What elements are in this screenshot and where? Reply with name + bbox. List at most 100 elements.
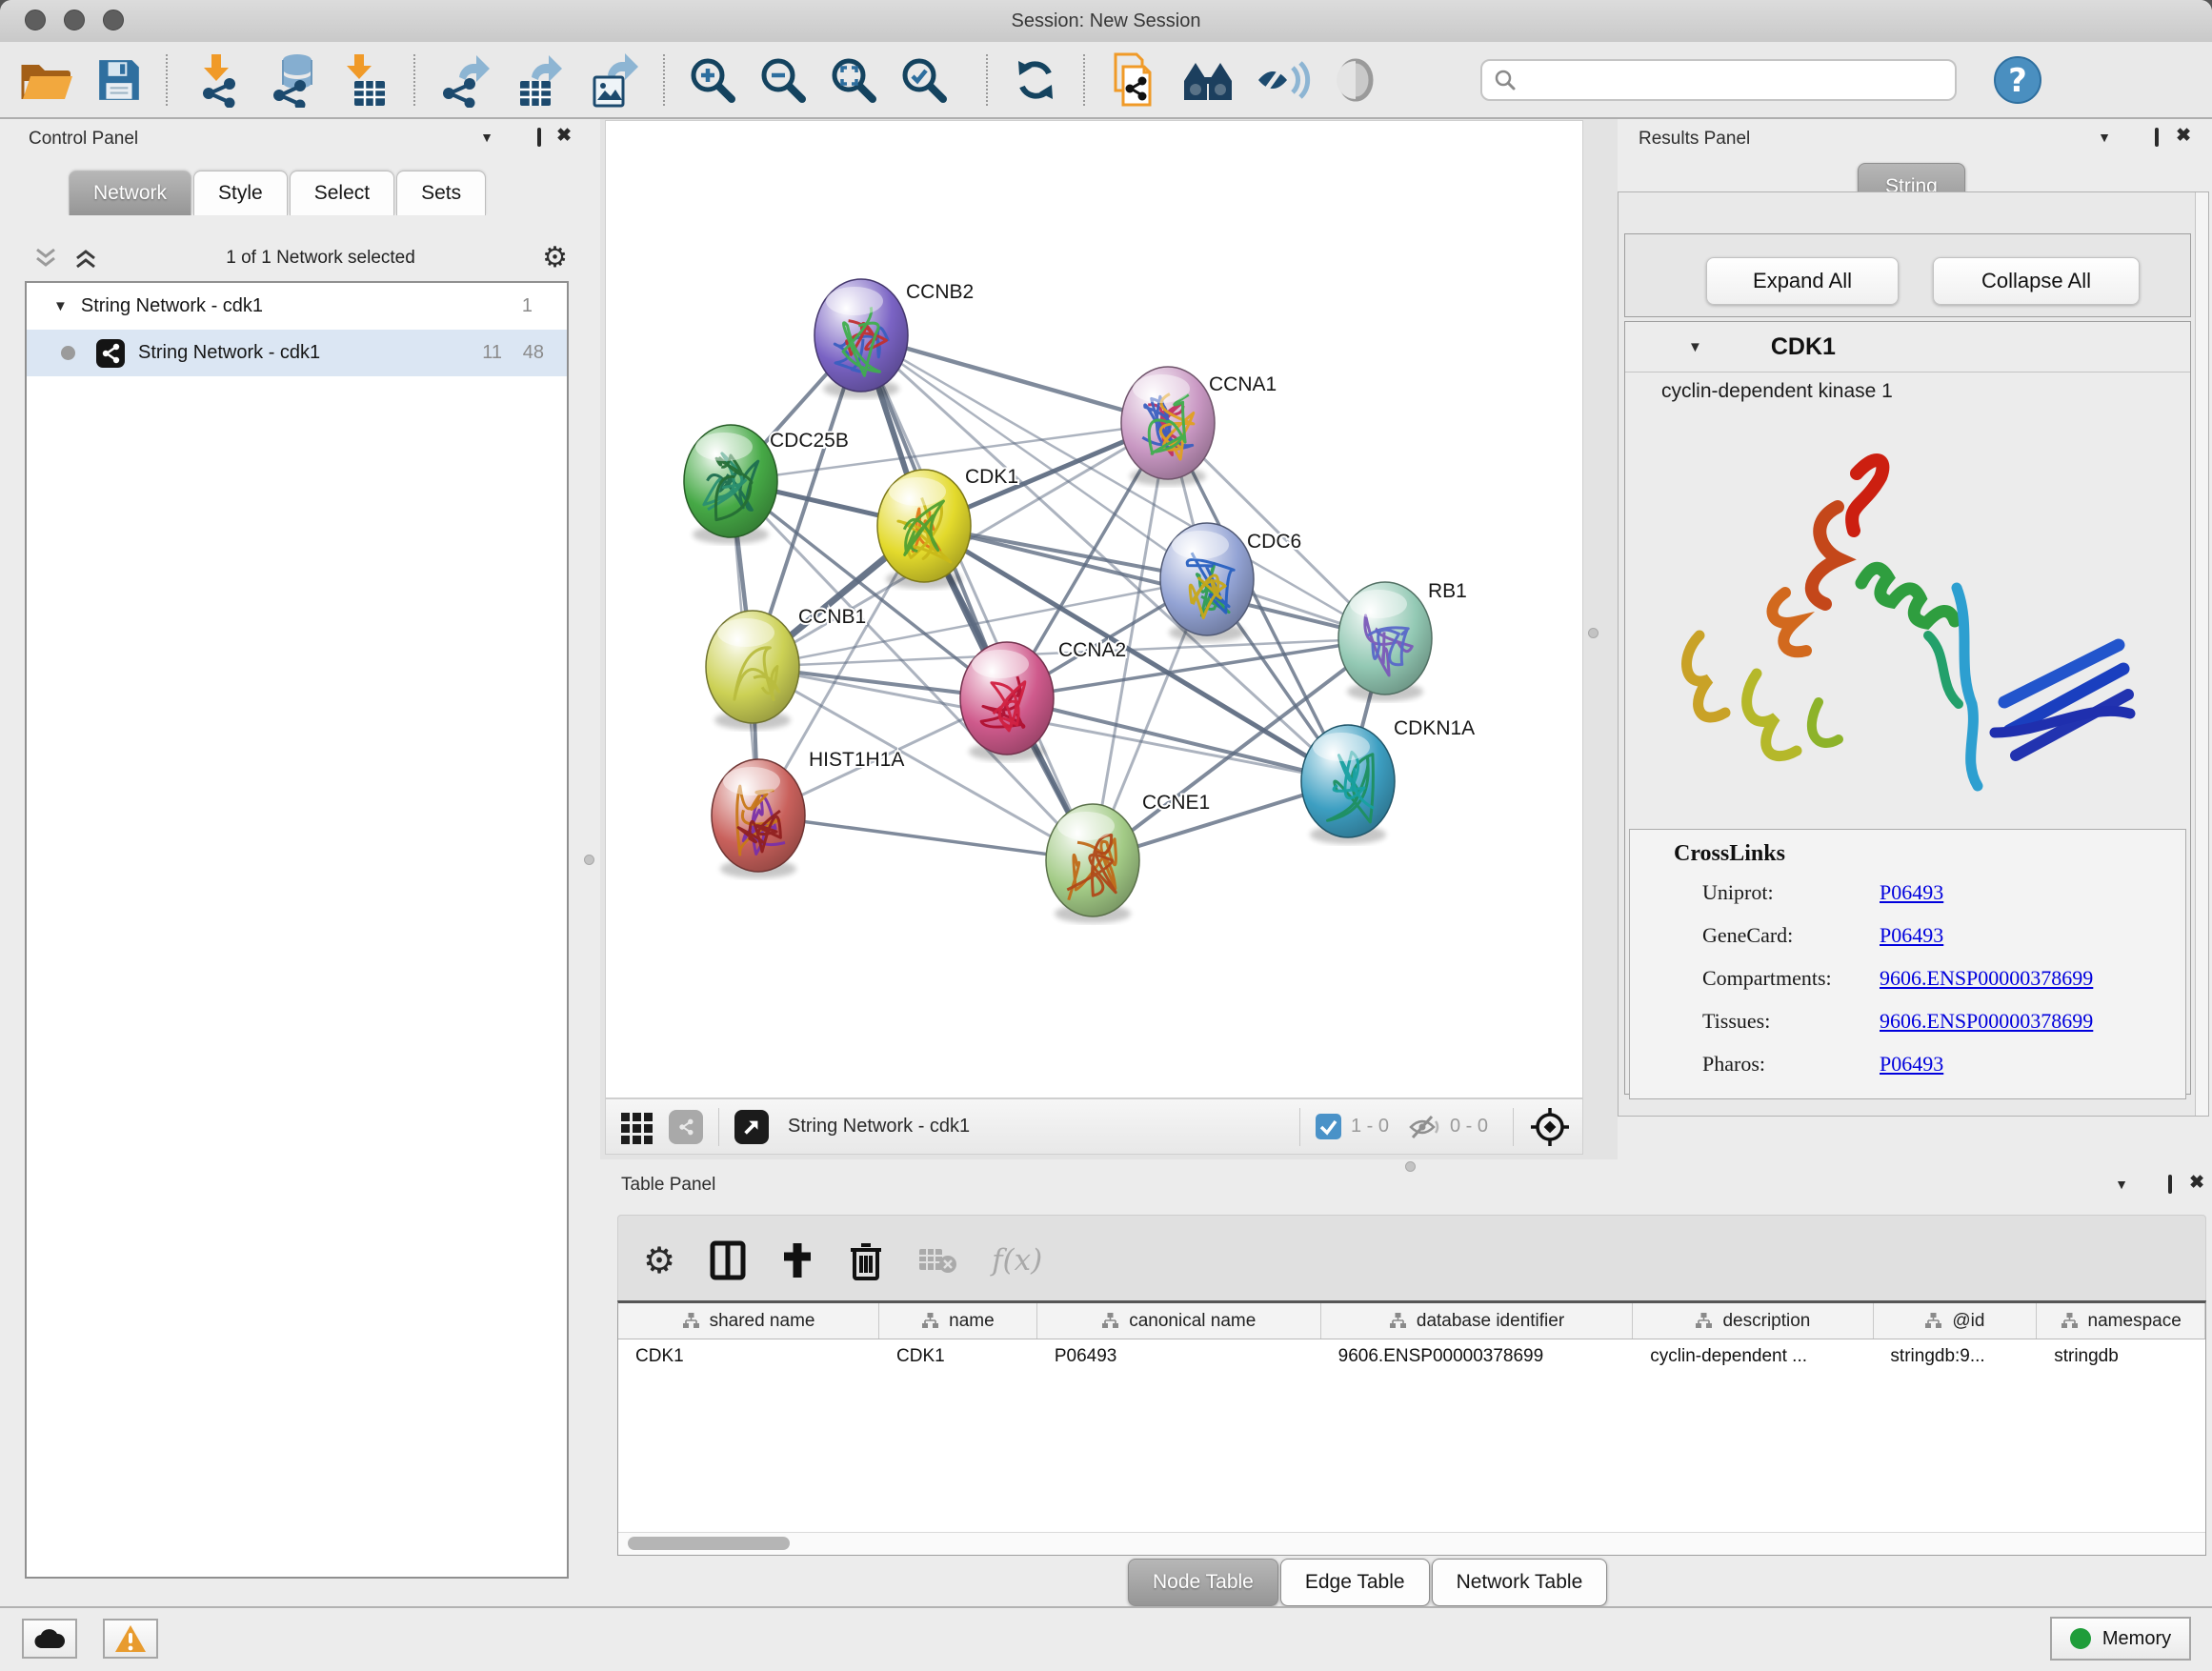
expand-all-chevrons-icon[interactable] — [72, 247, 99, 270]
panel-float-icon[interactable] — [2155, 128, 2159, 147]
tab-network[interactable]: Network — [69, 171, 191, 215]
table-cell[interactable]: stringdb — [2037, 1346, 2205, 1367]
export-view-badge-icon[interactable] — [734, 1110, 769, 1144]
close-window-button[interactable] — [25, 10, 46, 30]
table-cell[interactable]: CDK1 — [618, 1346, 879, 1367]
tree-expander-icon[interactable]: ▼ — [53, 298, 68, 314]
column-header-name[interactable]: name — [879, 1303, 1037, 1339]
crosslink-link[interactable]: P06493 — [1880, 923, 1943, 948]
add-column-icon[interactable] — [780, 1241, 814, 1279]
function-builder-button[interactable]: f(x) — [992, 1243, 1042, 1278]
results-scrollbar-track[interactable] — [2195, 192, 2208, 1116]
network-edge-CCNE1-HIST1H1A[interactable] — [758, 815, 1093, 860]
export-image-button[interactable] — [587, 50, 640, 110]
hide-selected-button[interactable] — [1257, 50, 1312, 110]
section-expander-icon[interactable]: ▼ — [1688, 339, 1702, 355]
search-box[interactable] — [1480, 59, 1957, 101]
first-neighbors-button[interactable] — [1180, 50, 1236, 110]
cloud-status-button[interactable] — [22, 1619, 77, 1659]
panel-menu-icon[interactable]: ▼ — [480, 128, 493, 147]
clone-network-button[interactable] — [1108, 50, 1159, 110]
show-all-button[interactable] — [1333, 50, 1378, 110]
save-session-button[interactable] — [95, 50, 143, 110]
tab-node-table[interactable]: Node Table — [1128, 1559, 1278, 1606]
column-header--id[interactable]: @id — [1874, 1303, 2038, 1339]
network-row-selected[interactable]: String Network - cdk1 11 48 — [27, 330, 567, 376]
results-panel-header: Results Panel ▼ ✖ — [1618, 119, 2212, 157]
table-settings-gear-icon[interactable]: ⚙ — [643, 1246, 675, 1275]
table-cell[interactable]: cyclin-dependent ... — [1633, 1346, 1873, 1367]
zoom-out-button[interactable] — [758, 50, 808, 110]
panel-menu-icon[interactable]: ▼ — [2098, 128, 2111, 147]
import-table-file-button[interactable] — [341, 50, 391, 110]
panel-close-icon[interactable]: ✖ — [2176, 128, 2191, 145]
delete-column-icon[interactable] — [849, 1240, 883, 1280]
memory-button[interactable]: Memory — [2050, 1617, 2191, 1661]
network-collection-row[interactable]: ▼ String Network - cdk1 1 — [27, 283, 567, 330]
zoom-fit-button[interactable] — [829, 50, 878, 110]
panel-float-icon[interactable] — [537, 128, 541, 147]
share-network-badge-icon[interactable] — [669, 1110, 703, 1144]
table-row[interactable]: CDK1CDK1P064939606.ENSP00000378699cyclin… — [618, 1339, 2205, 1374]
column-header-description[interactable]: description — [1633, 1303, 1873, 1339]
crosshair-icon[interactable] — [1529, 1106, 1571, 1148]
zoom-fit-icon — [829, 55, 878, 105]
selected-checkbox-icon[interactable] — [1316, 1114, 1341, 1139]
maximize-window-button[interactable] — [103, 10, 124, 30]
tab-network-table[interactable]: Network Table — [1432, 1559, 1608, 1606]
results-panel-title: Results Panel — [1639, 129, 1750, 150]
hidden-eye-icon[interactable] — [1408, 1114, 1440, 1140]
panel-menu-icon[interactable]: ▼ — [2115, 1175, 2128, 1194]
crosslink-link[interactable]: 9606.ENSP00000378699 — [1880, 966, 2093, 991]
export-table-button[interactable] — [513, 50, 566, 110]
network-view-area: CCNB2CCNA1CDC25BCDK1CDC6RB1CCNB1CCNA2CDK… — [600, 119, 1622, 1159]
network-canvas[interactable]: CCNB2CCNA1CDC25BCDK1CDC6RB1CCNB1CCNA2CDK… — [606, 121, 1582, 1097]
warning-icon — [114, 1624, 147, 1653]
table-cell[interactable]: P06493 — [1037, 1346, 1321, 1367]
export-network-button[interactable] — [438, 50, 492, 110]
refresh-view-button[interactable] — [1011, 50, 1060, 110]
table-cell[interactable]: 9606.ENSP00000378699 — [1321, 1346, 1634, 1367]
collapse-all-chevrons-icon[interactable] — [32, 247, 59, 270]
scrollbar-thumb[interactable] — [628, 1537, 790, 1550]
network-options-gear-icon[interactable]: ⚙ — [542, 244, 568, 272]
search-input[interactable] — [1524, 69, 1943, 91]
zoom-selected-button[interactable] — [899, 50, 949, 110]
toolbar-separator — [1299, 1108, 1300, 1146]
import-network-database-button[interactable] — [263, 50, 320, 110]
node-gloss — [826, 287, 883, 315]
gene-section-header[interactable]: ▼ CDK1 — [1625, 322, 2190, 372]
crosslink-link[interactable]: P06493 — [1880, 880, 1943, 905]
help-button[interactable]: ? — [1993, 50, 2042, 110]
right-splitter-handle[interactable] — [1588, 628, 1599, 638]
warnings-button[interactable] — [103, 1619, 158, 1659]
crosslink-link[interactable]: P06493 — [1880, 1052, 1943, 1077]
show-columns-icon[interactable] — [710, 1240, 746, 1280]
crosslink-link[interactable]: 9606.ENSP00000378699 — [1880, 1009, 2093, 1034]
tab-style[interactable]: Style — [193, 171, 288, 215]
expand-all-button[interactable]: Expand All — [1706, 257, 1899, 305]
panel-close-icon[interactable]: ✖ — [2189, 1175, 2204, 1192]
column-header-namespace[interactable]: namespace — [2037, 1303, 2205, 1339]
network-edge-CCNB2-CCNE1[interactable] — [861, 335, 1093, 860]
column-header-database-identifier[interactable]: database identifier — [1321, 1303, 1634, 1339]
tab-sets[interactable]: Sets — [396, 171, 486, 215]
open-session-button[interactable] — [19, 50, 74, 110]
panel-float-icon[interactable] — [2168, 1175, 2172, 1194]
column-header-shared-name[interactable]: shared name — [618, 1303, 879, 1339]
minimize-window-button[interactable] — [64, 10, 85, 30]
left-splitter-handle[interactable] — [584, 855, 594, 865]
tab-select[interactable]: Select — [290, 171, 394, 215]
zoom-in-button[interactable] — [688, 50, 737, 110]
import-network-file-button[interactable] — [191, 50, 242, 110]
panel-close-icon[interactable]: ✖ — [556, 128, 572, 145]
column-header-canonical-name[interactable]: canonical name — [1037, 1303, 1321, 1339]
delete-table-icon[interactable] — [917, 1245, 957, 1276]
tab-edge-table[interactable]: Edge Table — [1280, 1559, 1430, 1606]
table-cell[interactable]: CDK1 — [879, 1346, 1037, 1367]
grid-view-icon[interactable] — [619, 1109, 655, 1145]
table-cell[interactable]: stringdb:9... — [1873, 1346, 2037, 1367]
string-results-container: Expand All Collapse All ▼ CDK1 cyclin-de… — [1618, 191, 2209, 1117]
collapse-all-button[interactable]: Collapse All — [1933, 257, 2140, 305]
table-h-scrollbar[interactable] — [618, 1532, 2205, 1555]
